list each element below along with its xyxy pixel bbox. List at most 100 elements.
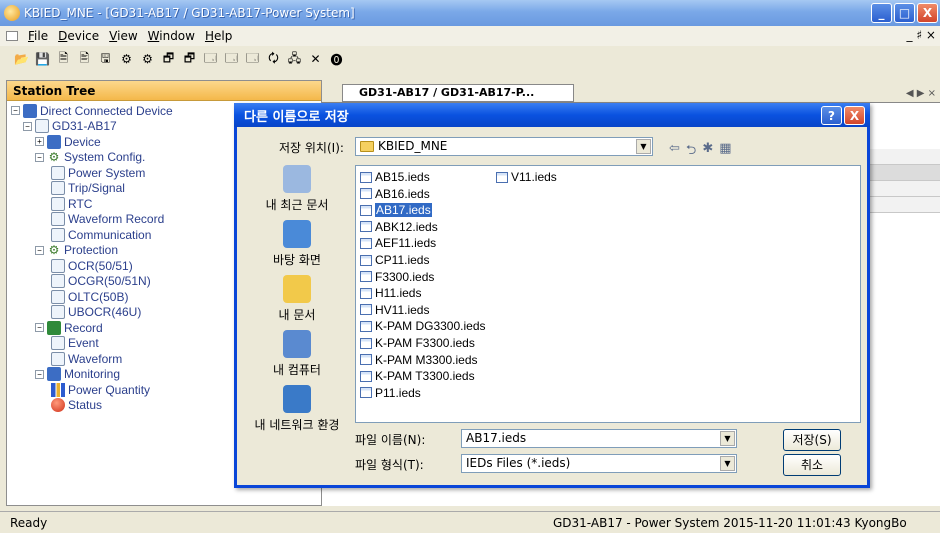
- collapse-icon[interactable]: −: [11, 106, 20, 115]
- print-icon[interactable]: 🖹: [75, 50, 94, 69]
- file-item[interactable]: AB17.ieds: [360, 202, 432, 218]
- file-item[interactable]: H11.ieds: [360, 285, 421, 301]
- menu-help[interactable]: Help: [205, 29, 232, 43]
- tree-item[interactable]: Waveform: [51, 351, 122, 366]
- panel-icon[interactable]: 🗔: [243, 50, 262, 69]
- help-icon[interactable]: ⓿: [327, 50, 346, 69]
- panel-icon[interactable]: 🗔: [222, 50, 241, 69]
- window-title-bar[interactable]: KBIED_MNE - [GD31-AB17 / GD31-AB17-Power…: [0, 0, 940, 26]
- tab-scroll-arrows[interactable]: ◀ ▶ ×: [906, 88, 936, 99]
- file-item[interactable]: AEF11.ieds: [360, 235, 436, 251]
- window-icon[interactable]: 🗗: [180, 50, 199, 69]
- tree-item[interactable]: OCR(50/51): [51, 258, 133, 273]
- file-item[interactable]: K-PAM M3300.ieds: [360, 352, 478, 368]
- tree-item[interactable]: − Direct Connected Device: [11, 103, 173, 118]
- back-icon[interactable]: ⇦: [669, 141, 680, 163]
- file-item[interactable]: F3300.ieds: [360, 269, 434, 285]
- save-icon[interactable]: 💾: [33, 50, 52, 69]
- tree-item[interactable]: Communication: [51, 227, 151, 242]
- file-list[interactable]: AB15.ieds AB16.ieds AB17.ieds ABK12.ieds AEF…: [355, 165, 861, 423]
- menu-view[interactable]: View: [109, 29, 137, 43]
- filename-field[interactable]: AB17.ieds ▼: [461, 429, 737, 448]
- mdi-controls[interactable]: _ ♯ ×: [907, 28, 937, 42]
- export-icon[interactable]: 🖫: [96, 50, 115, 69]
- file-item[interactable]: K-PAM DG3300.ieds: [360, 318, 486, 334]
- menu-window[interactable]: Window: [148, 29, 195, 43]
- close-button[interactable]: X: [917, 3, 938, 23]
- disconnect-icon[interactable]: ✕: [306, 50, 325, 69]
- refresh-icon[interactable]: 🗘: [264, 50, 283, 69]
- minimize-button[interactable]: _: [871, 3, 892, 23]
- menu-bar: File Device View Window Help _ ♯ ×: [0, 26, 940, 46]
- chevron-down-icon[interactable]: ▼: [636, 139, 651, 154]
- tree-item[interactable]: − Monitoring: [35, 367, 120, 382]
- cancel-button[interactable]: 취소: [783, 454, 841, 476]
- dialog-help-button[interactable]: ?: [821, 106, 842, 125]
- expand-icon[interactable]: +: [35, 137, 44, 146]
- tree-item[interactable]: RTC: [51, 196, 92, 211]
- collapse-icon[interactable]: −: [35, 245, 44, 255]
- place-item[interactable]: 내 최근 문서: [245, 165, 349, 213]
- up-folder-icon[interactable]: ⮌: [686, 141, 696, 163]
- maximize-button[interactable]: □: [894, 3, 915, 23]
- tree-item[interactable]: OCGR(50/51N): [51, 274, 151, 289]
- tree-item[interactable]: Power System: [51, 165, 145, 180]
- collapse-icon[interactable]: −: [35, 323, 44, 332]
- file-name: CP11.ieds: [375, 253, 430, 267]
- place-item[interactable]: 바탕 화면: [245, 220, 349, 268]
- new-folder-icon[interactable]: ✱: [702, 141, 713, 163]
- connect-icon[interactable]: ⚙: [117, 50, 136, 69]
- tree-item[interactable]: − ⚙ System Config.: [35, 150, 145, 165]
- menu-device[interactable]: Device: [58, 29, 99, 43]
- chevron-down-icon[interactable]: ▼: [720, 431, 735, 446]
- window-icon[interactable]: 🗗: [159, 50, 178, 69]
- tab-power-system[interactable]: GD31-AB17 / GD31-AB17-P...: [342, 84, 574, 102]
- tree-item[interactable]: Status: [51, 398, 102, 413]
- view-menu-icon[interactable]: ▦: [719, 141, 731, 163]
- file-item[interactable]: HV11.ieds: [360, 302, 429, 318]
- tree-item[interactable]: − Record: [35, 320, 103, 335]
- file-item[interactable]: AB16.ieds: [360, 186, 430, 202]
- collapse-icon[interactable]: −: [23, 121, 32, 131]
- network-icon[interactable]: 🖧: [285, 50, 304, 69]
- filetype-select[interactable]: IEDs Files (*.ieds) ▼: [461, 454, 737, 473]
- file-item[interactable]: P11.ieds: [360, 385, 421, 401]
- tree-item[interactable]: + Device: [35, 134, 101, 149]
- file-icon: [360, 287, 372, 299]
- panel-icon[interactable]: 🗔: [201, 50, 220, 69]
- collapse-icon[interactable]: −: [35, 369, 44, 379]
- tree-item[interactable]: − GD31-AB17: [23, 119, 117, 134]
- rec-icon: [47, 320, 61, 335]
- file-name: F3300.ieds: [375, 269, 435, 284]
- save-button[interactable]: 저장(S): [783, 429, 841, 451]
- grid-row: [870, 197, 940, 213]
- place-item[interactable]: 내 네트워크 환경: [245, 385, 349, 433]
- file-item[interactable]: K-PAM T3300.ieds: [360, 368, 475, 384]
- tree-item[interactable]: − ⚙ Protection: [35, 243, 118, 258]
- new-icon[interactable]: 🗎: [54, 50, 73, 69]
- menu-file[interactable]: File: [28, 29, 48, 43]
- dialog-title-bar[interactable]: 다른 이름으로 저장 ? X: [234, 103, 870, 127]
- doc-icon: [51, 258, 65, 273]
- settings-icon[interactable]: ⚙: [138, 50, 157, 69]
- tree-item[interactable]: Power Quantity: [51, 382, 150, 397]
- place-item[interactable]: 내 컴퓨터: [245, 330, 349, 378]
- chevron-down-icon[interactable]: ▼: [720, 456, 735, 471]
- file-item[interactable]: V11.ieds: [496, 169, 557, 185]
- file-item[interactable]: AB15.ieds: [360, 169, 430, 185]
- collapse-icon[interactable]: −: [35, 152, 44, 162]
- file-item[interactable]: CP11.ieds: [360, 252, 429, 268]
- save-location-combo[interactable]: KBIED_MNE ▼: [355, 137, 653, 156]
- place-item[interactable]: 내 문서: [245, 275, 349, 323]
- filename-value: AB17.ieds: [466, 431, 527, 445]
- tree-item[interactable]: OLTC(50B): [51, 289, 128, 304]
- file-item[interactable]: ABK12.ieds: [360, 219, 438, 235]
- dialog-close-button[interactable]: X: [844, 106, 865, 125]
- tree-item[interactable]: Event: [51, 336, 99, 351]
- file-item[interactable]: K-PAM F3300.ieds: [360, 335, 475, 351]
- doc-icon: [35, 119, 49, 133]
- tree-item[interactable]: UBOCR(46U): [51, 305, 141, 320]
- open-icon[interactable]: 📂: [12, 50, 31, 69]
- tree-item[interactable]: Trip/Signal: [51, 181, 125, 196]
- tree-item[interactable]: Waveform Record: [51, 212, 164, 227]
